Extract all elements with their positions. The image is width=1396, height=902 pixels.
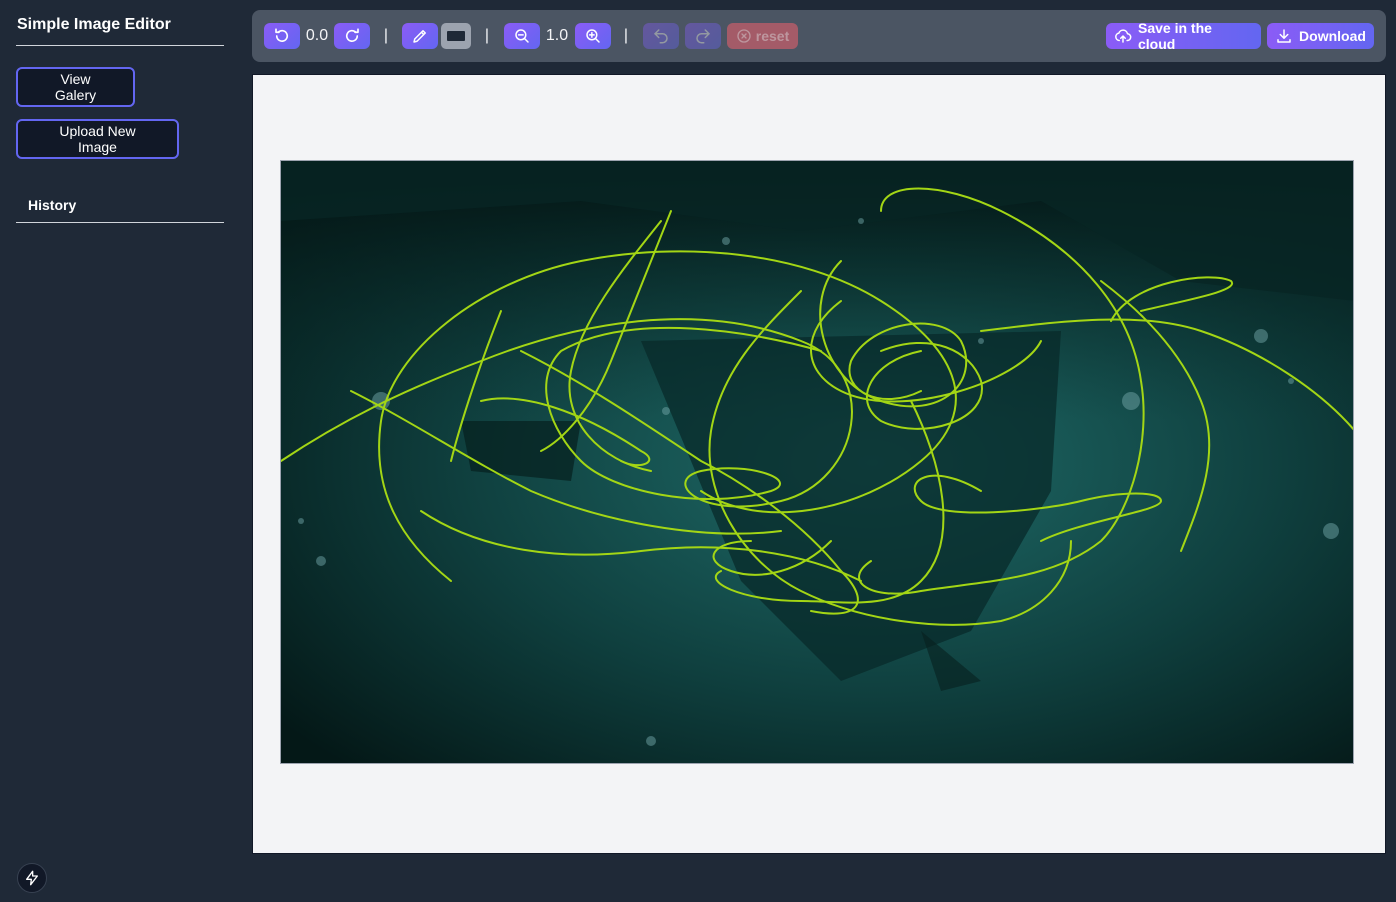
toolbar-separator: | — [484, 27, 490, 44]
title-divider — [16, 45, 224, 46]
edited-image[interactable] — [280, 160, 1354, 764]
save-cloud-label: Save in the cloud — [1137, 20, 1212, 52]
pencil-icon — [413, 30, 426, 43]
download-button[interactable]: Download — [1267, 23, 1374, 49]
view-gallery-button[interactable]: View Galery — [16, 67, 135, 107]
pencil-button[interactable] — [402, 23, 438, 49]
rotate-right-icon — [345, 28, 359, 42]
zoom-in-icon — [586, 29, 600, 43]
toolbar-separator: | — [383, 27, 389, 44]
history-heading: History — [28, 197, 77, 213]
rotation-value: 0.0 — [305, 27, 329, 44]
upload-image-button[interactable]: Upload New Image — [16, 119, 179, 159]
color-swatch-fill — [447, 31, 465, 41]
sidebar: Simple Image Editor View Galery Upload N… — [0, 0, 240, 902]
toolbar-separator: | — [623, 27, 629, 44]
rotate-left-icon — [275, 28, 289, 42]
history-divider — [16, 222, 224, 223]
save-cloud-button[interactable]: Save in the cloud — [1106, 20, 1261, 52]
reset-icon — [737, 29, 751, 43]
brush-color-picker[interactable] — [441, 23, 471, 49]
undo-button[interactable] — [643, 23, 679, 49]
zoom-out-icon — [515, 29, 529, 43]
download-label: Download — [1299, 28, 1366, 44]
undo-icon — [654, 29, 668, 44]
zoom-in-button[interactable] — [575, 23, 611, 49]
cloud-upload-icon — [1115, 29, 1132, 43]
redo-icon — [696, 29, 710, 44]
bolt-icon[interactable] — [17, 863, 47, 893]
download-icon — [1277, 29, 1291, 43]
rotate-right-button[interactable] — [334, 23, 370, 49]
rotate-left-button[interactable] — [264, 23, 300, 49]
app-title: Simple Image Editor — [17, 16, 171, 33]
editor-toolbar: 0.0 | | 1.0 | reset Save in the cloud Do… — [252, 10, 1386, 62]
reset-label: reset — [755, 28, 790, 44]
reset-button[interactable]: reset — [727, 23, 798, 49]
zoom-value: 1.0 — [545, 27, 569, 44]
redo-button[interactable] — [685, 23, 721, 49]
zoom-out-button[interactable] — [504, 23, 540, 49]
